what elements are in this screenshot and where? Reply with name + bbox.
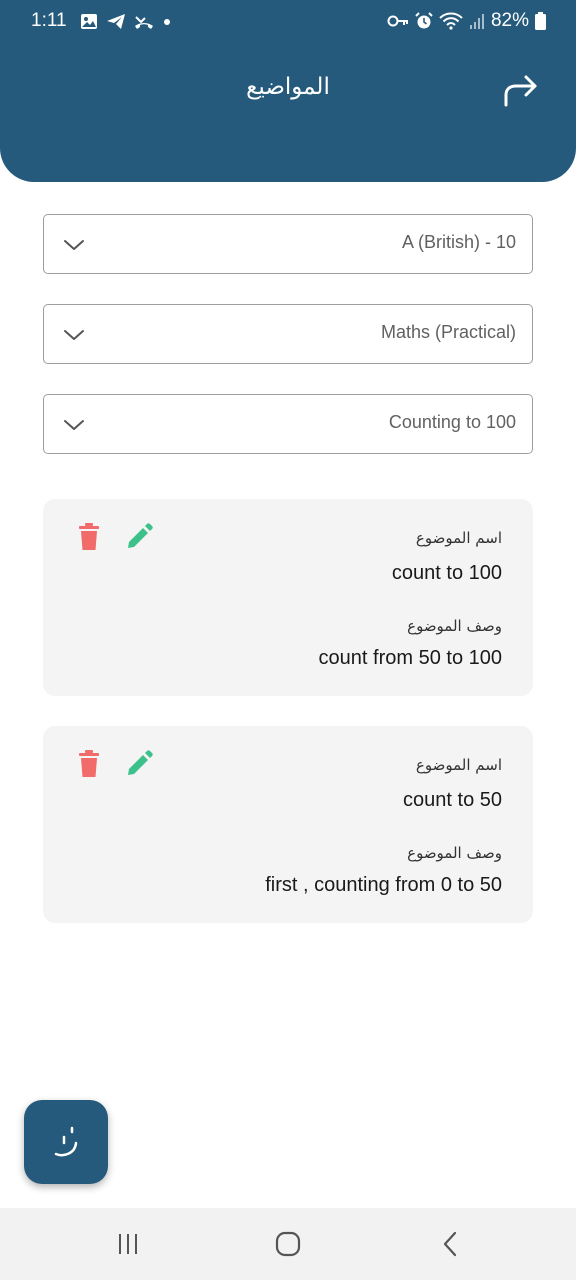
topic-description: first , counting from 0 to 50	[265, 874, 502, 896]
forward-arrow-icon	[504, 75, 537, 107]
subject-dropdown[interactable]: Maths (Practical)	[43, 304, 533, 364]
back-icon	[443, 1231, 457, 1257]
add-topic-icon	[54, 1126, 78, 1157]
navigation-bar	[0, 1208, 576, 1280]
add-topic-button[interactable]	[24, 1100, 108, 1184]
trash-icon	[79, 750, 99, 777]
chevron-down-icon	[64, 330, 84, 340]
chevron-down-icon	[64, 240, 84, 250]
pencil-icon	[128, 750, 153, 775]
battery-icon	[535, 12, 546, 30]
level-dropdown[interactable]: A (British) - 10	[43, 214, 533, 274]
topic-description-label: وصف الموضوع	[407, 617, 502, 635]
status-bar: 1:11 82%	[0, 0, 576, 44]
app-screen: 1:11 82% المواضيع A (British) - 10 Maths…	[0, 0, 576, 1280]
signal-icon	[469, 14, 484, 29]
home-button[interactable]	[266, 1226, 310, 1262]
edit-button[interactable]	[125, 750, 153, 778]
edit-button[interactable]	[125, 523, 153, 551]
chevron-down-icon	[64, 420, 84, 430]
topic-card: اسم الموضوع count to 100 وصف الموضوع cou…	[43, 499, 533, 696]
trash-icon	[79, 523, 99, 550]
battery-level: 82%	[490, 10, 529, 31]
level-value: A (British) - 10	[401, 232, 516, 252]
delete-button[interactable]	[77, 750, 101, 778]
topic-description: count from 50 to 100	[318, 647, 502, 669]
delete-button[interactable]	[77, 523, 101, 551]
notification-icons	[80, 11, 172, 31]
back-button[interactable]	[428, 1226, 472, 1262]
topic-name-label: اسم الموضوع	[415, 529, 502, 547]
unit-value: Counting to 100	[388, 412, 516, 432]
pencil-icon	[128, 523, 153, 548]
wifi-icon	[439, 12, 463, 30]
key-icon	[387, 15, 408, 27]
topic-name: count to 50	[403, 789, 502, 811]
page-title: المواضيع	[246, 74, 330, 100]
topic-card: اسم الموضوع count to 50 وصف الموضوع firs…	[43, 726, 533, 923]
unit-dropdown[interactable]: Counting to 100	[43, 394, 533, 454]
status-time: 1:11	[31, 10, 67, 31]
home-icon	[275, 1231, 301, 1257]
topic-name-label: اسم الموضوع	[415, 756, 502, 774]
app-header: 1:11 82% المواضيع	[0, 0, 576, 182]
recent-apps-icon	[119, 1234, 137, 1254]
recent-apps-button[interactable]	[106, 1226, 150, 1262]
dot-icon	[164, 18, 170, 25]
alarm-icon	[415, 12, 433, 29]
subject-value: Maths (Practical)	[380, 322, 516, 342]
forward-button[interactable]	[498, 70, 542, 110]
missed-call-icon	[135, 15, 153, 29]
telegram-icon	[107, 13, 125, 29]
topic-description-label: وصف الموضوع	[407, 844, 502, 862]
image-icon	[81, 13, 97, 29]
system-icons: 82%	[387, 10, 546, 32]
topic-name: count to 100	[391, 562, 502, 584]
